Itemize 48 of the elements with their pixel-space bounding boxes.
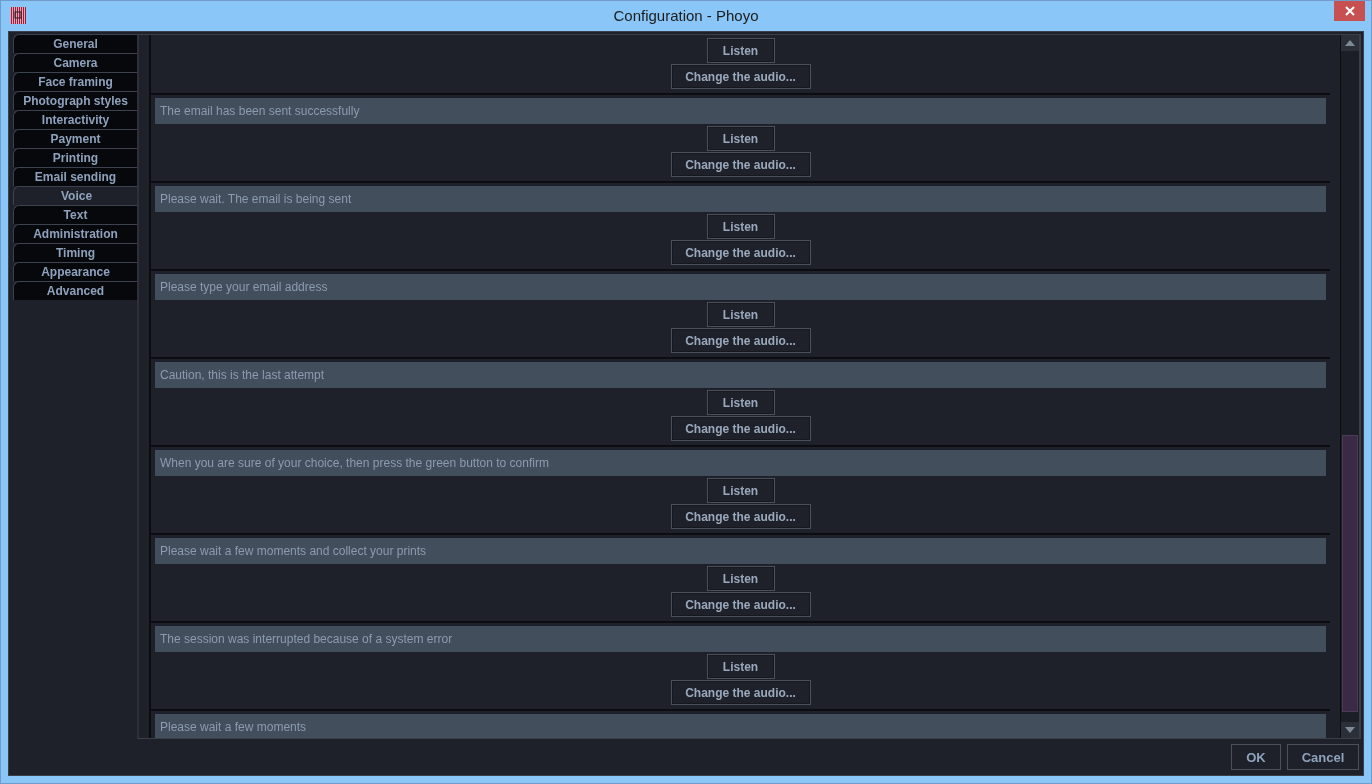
- tab[interactable]: Advanced: [13, 281, 137, 300]
- message-label: Caution, this is the last attempt: [155, 362, 1326, 388]
- tab[interactable]: Payment: [13, 129, 137, 148]
- tab[interactable]: Appearance: [13, 262, 137, 281]
- change-audio-button[interactable]: Change the audio...: [670, 64, 811, 89]
- app-logo-icon: [10, 6, 27, 24]
- close-button[interactable]: [1334, 1, 1365, 21]
- listen-button[interactable]: Listen: [706, 390, 775, 415]
- change-audio-button[interactable]: Change the audio...: [670, 152, 811, 177]
- change-audio-button[interactable]: Change the audio...: [670, 416, 811, 441]
- message-label: The session was interrupted because of a system error: [155, 626, 1326, 652]
- change-audio-button[interactable]: Change the audio...: [670, 328, 811, 353]
- window-title: Configuration - Phoyo: [613, 7, 759, 24]
- change-audio-button[interactable]: Change the audio...: [670, 240, 811, 265]
- tab[interactable]: Text: [13, 205, 137, 224]
- change-audio-button[interactable]: Change the audio...: [670, 504, 811, 529]
- tab[interactable]: Timing: [13, 243, 137, 262]
- listen-button[interactable]: Listen: [706, 654, 775, 679]
- tab[interactable]: Printing: [13, 148, 137, 167]
- tab[interactable]: Administration: [13, 224, 137, 243]
- listen-button[interactable]: Listen: [706, 126, 775, 151]
- message-label: When you are sure of your choice, then press the green button to confirm: [155, 450, 1326, 476]
- listen-button[interactable]: Listen: [706, 214, 775, 239]
- change-audio-button[interactable]: Change the audio...: [670, 592, 811, 617]
- tab[interactable]: Photograph styles: [13, 91, 137, 110]
- dialog-button[interactable]: Cancel: [1287, 744, 1359, 770]
- message-label: The email has been sent successfully: [155, 98, 1326, 124]
- scrollbar[interactable]: [1340, 35, 1360, 738]
- message-label: Please wait. The email is being sent: [155, 186, 1326, 212]
- message-label: Please wait a few moments and collect your prints: [155, 538, 1326, 564]
- listen-button[interactable]: Listen: [706, 478, 775, 503]
- dialog-button[interactable]: OK: [1231, 744, 1281, 770]
- tab[interactable]: Camera: [13, 53, 137, 72]
- tab[interactable]: Face framing: [13, 72, 137, 91]
- change-audio-button[interactable]: Change the audio...: [670, 680, 811, 705]
- tab[interactable]: Interactivity: [13, 110, 137, 129]
- scroll-thumb[interactable]: [1342, 435, 1358, 712]
- tab[interactable]: General: [13, 34, 137, 53]
- tab[interactable]: Email sending: [13, 167, 137, 186]
- scroll-down-icon[interactable]: [1345, 727, 1355, 733]
- listen-button[interactable]: Listen: [706, 302, 775, 327]
- message-label: Please wait a few moments: [155, 714, 1326, 738]
- listen-button[interactable]: Listen: [706, 38, 775, 63]
- close-icon: [1344, 6, 1355, 16]
- scroll-up-icon[interactable]: [1345, 40, 1355, 46]
- message-label: Please type your email address: [155, 274, 1326, 300]
- tab[interactable]: Voice: [13, 186, 139, 205]
- listen-button[interactable]: Listen: [706, 566, 775, 591]
